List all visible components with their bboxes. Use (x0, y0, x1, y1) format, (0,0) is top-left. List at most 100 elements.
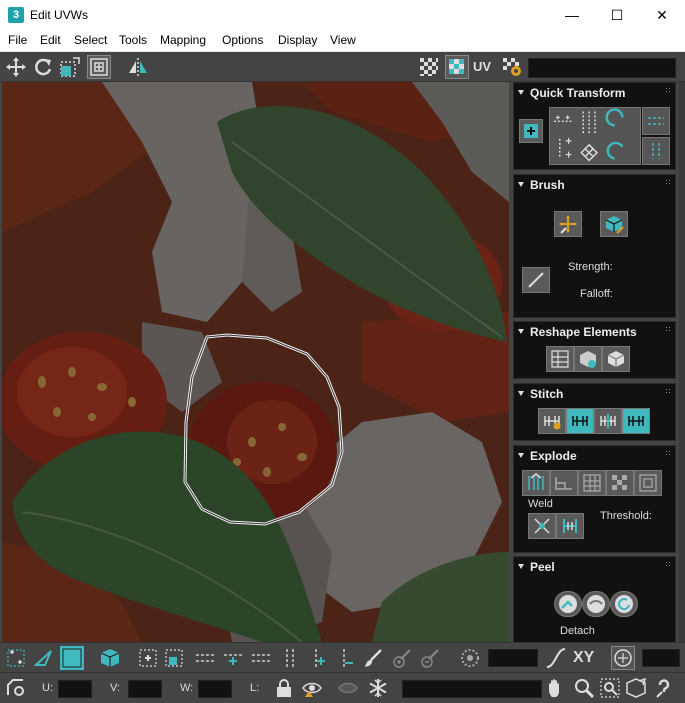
stitch-header[interactable]: Stitch (518, 387, 563, 401)
v-value-field[interactable] (128, 680, 162, 698)
explode-outline-icon[interactable] (634, 470, 662, 496)
uv-settings-icon[interactable] (500, 55, 524, 79)
freeze-icon[interactable] (366, 676, 390, 700)
soft-selection-icon[interactable] (458, 646, 482, 670)
menu-tools[interactable]: Tools (119, 33, 147, 47)
mirror-icon[interactable] (126, 55, 150, 79)
brush-relax-icon[interactable] (600, 211, 628, 237)
rollout-grip-icon[interactable] (665, 450, 671, 456)
paint-select-icon[interactable] (362, 646, 386, 670)
polygon-mode-icon[interactable] (60, 646, 84, 670)
limit-value-field[interactable] (642, 649, 680, 667)
pan-icon[interactable] (544, 676, 568, 700)
xy-space-label[interactable]: XY (573, 649, 594, 667)
stitch-rollout: Stitch (513, 383, 676, 441)
relax-until-flat-icon[interactable] (574, 346, 602, 372)
menu-select[interactable]: Select (74, 33, 107, 47)
detach-edge-verts-icon[interactable] (550, 470, 578, 496)
scale-icon[interactable] (58, 55, 82, 79)
options-icon[interactable] (4, 676, 28, 700)
edge-ring-vertical-icon[interactable] (278, 646, 302, 670)
checker-map-icon[interactable] (445, 55, 469, 79)
menu-mapping[interactable]: Mapping (160, 33, 206, 47)
relax-icon[interactable] (602, 346, 630, 372)
quick-transform-pivot-icon[interactable] (519, 119, 543, 143)
brush-paint-move-icon[interactable] (554, 211, 582, 237)
menu-file[interactable]: File (8, 33, 27, 47)
app-icon: 3 (8, 7, 24, 23)
peel-header[interactable]: Peel (518, 560, 555, 574)
maximize-button[interactable]: ☐ (594, 0, 640, 30)
quick-peel-icon[interactable] (554, 591, 582, 617)
explode-checker-icon[interactable] (606, 470, 634, 496)
freeform-icon[interactable] (87, 55, 111, 79)
minimize-button[interactable]: — (549, 0, 595, 30)
w-value-field[interactable] (198, 680, 232, 698)
brush-falloff-curve-icon[interactable] (522, 267, 550, 293)
move-icon[interactable] (4, 55, 28, 79)
paint-select-grow-icon[interactable] (390, 646, 414, 670)
zoom-icon[interactable] (572, 676, 596, 700)
peel-mode-icon[interactable] (582, 591, 610, 617)
menu-view[interactable]: View (330, 33, 356, 47)
edge-ring-shrink-icon[interactable] (334, 646, 358, 670)
align-horizontal-icon[interactable] (642, 107, 670, 135)
uv-map-dropdown[interactable] (528, 58, 676, 78)
stitch-to-source-icon[interactable] (566, 408, 594, 434)
zoom-region-icon[interactable] (598, 676, 622, 700)
unhide-icon[interactable] (336, 676, 360, 700)
brush-strength-label: Strength: (568, 261, 613, 273)
menu-display[interactable]: Display (278, 33, 317, 47)
limit-selection-icon[interactable] (611, 646, 635, 670)
reshape-elements-header[interactable]: Reshape Elements (518, 325, 637, 339)
menu-edit[interactable]: Edit (40, 33, 61, 47)
reshape-elements-rollout: Reshape Elements (513, 321, 676, 379)
explode-rollout: Explode Weld Threshold: (513, 445, 676, 553)
align-vertical-icon[interactable] (642, 137, 670, 165)
rollout-grip-icon[interactable] (665, 561, 671, 567)
coordinate-bar: U: V: W: L: (0, 672, 685, 703)
lock-icon[interactable] (272, 676, 296, 700)
element-mode-icon[interactable] (98, 646, 122, 670)
weld-selected-icon[interactable] (528, 513, 556, 539)
edge-ring-icon[interactable] (248, 646, 274, 670)
rotate-icon[interactable] (31, 55, 55, 79)
menu-options[interactable]: Options (222, 33, 263, 47)
edge-ring-grow-icon[interactable] (306, 646, 330, 670)
close-button[interactable]: ✕ (639, 0, 685, 30)
selection-set-field[interactable] (402, 680, 542, 698)
hide-icon[interactable] (300, 676, 324, 700)
vertex-mode-icon[interactable] (4, 646, 28, 670)
stitch-custom-icon[interactable] (538, 408, 566, 434)
stitch-to-target-icon[interactable] (622, 408, 650, 434)
uv-viewport[interactable] (2, 82, 509, 642)
window-title: Edit UVWs (30, 8, 89, 22)
break-icon[interactable] (522, 470, 550, 496)
rollout-grip-icon[interactable] (665, 87, 671, 93)
explode-grid-icon[interactable] (578, 470, 606, 496)
stitch-to-average-icon[interactable] (594, 408, 622, 434)
rollout-grip-icon[interactable] (665, 388, 671, 394)
rollout-grip-icon[interactable] (665, 326, 671, 332)
falloff-curve-icon[interactable] (544, 646, 568, 670)
v-label: V: (110, 682, 120, 694)
panel-scrollbar[interactable] (679, 82, 685, 642)
quick-transform-header[interactable]: Quick Transform (518, 86, 625, 100)
select-grow-icon[interactable] (136, 646, 160, 670)
brush-header[interactable]: Brush (518, 178, 565, 192)
soft-selection-value[interactable] (488, 649, 538, 667)
edge-loop-grow-icon[interactable] (220, 646, 246, 670)
select-shrink-icon[interactable] (162, 646, 186, 670)
edge-loop-icon[interactable] (192, 646, 218, 670)
zoom-extents-icon[interactable] (624, 676, 648, 700)
help-icon[interactable] (652, 676, 676, 700)
checker-toggle-icon[interactable] (417, 55, 441, 79)
weld-all-icon[interactable] (556, 513, 584, 539)
u-value-field[interactable] (58, 680, 92, 698)
straighten-selection-icon[interactable] (546, 346, 574, 372)
peel-reset-icon[interactable] (610, 591, 638, 617)
rollout-grip-icon[interactable] (665, 179, 671, 185)
paint-select-shrink-icon[interactable] (418, 646, 442, 670)
explode-header[interactable]: Explode (518, 449, 577, 463)
edge-mode-icon[interactable] (32, 646, 56, 670)
